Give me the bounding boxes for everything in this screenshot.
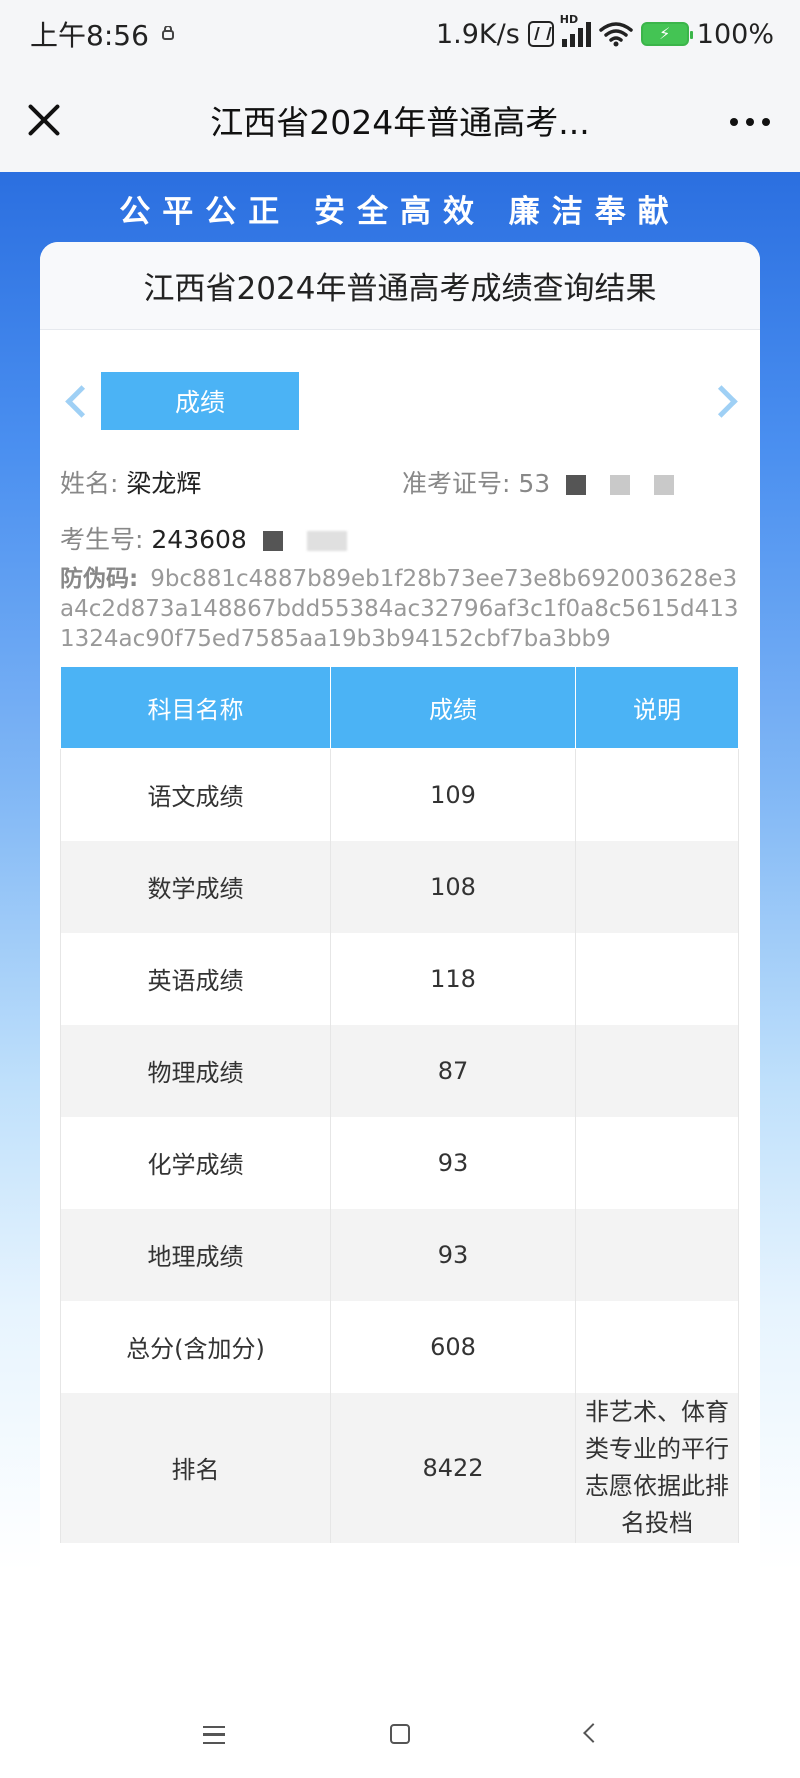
table-row: 地理成绩 93 (60, 1208, 739, 1301)
result-card: 江西省2024年普通高考成绩查询结果 成绩 姓名: 梁龙辉 准考证号: 53 考… (40, 242, 760, 1662)
subject-cell: 总分(含加分) (60, 1300, 331, 1393)
status-bar: 上午8:56 1.9K/s HD ⚡ 100% (0, 0, 800, 68)
table-row: 数学成绩 108 (60, 840, 739, 933)
redaction-mark (654, 475, 675, 495)
admission-label: 准考证号: (402, 469, 511, 498)
candidate-label: 考生号: (60, 525, 144, 554)
redaction-mark (610, 475, 631, 495)
score-cell: 8422 (330, 1392, 576, 1543)
note-cell (575, 748, 739, 841)
note-cell (575, 840, 739, 933)
page-title: 江西省2024年普通高考... (210, 103, 590, 142)
antifake-label: 防伪码: (60, 566, 139, 592)
more-icon[interactable] (730, 118, 770, 126)
wifi-icon (599, 22, 633, 47)
redaction-mark (262, 531, 283, 551)
note-cell (575, 1208, 739, 1301)
redaction-mark (306, 531, 347, 551)
menu-icon[interactable] (203, 1726, 225, 1744)
table-row: 语文成绩 109 (60, 748, 739, 841)
status-right: 1.9K/s HD ⚡ 100% (435, 13, 774, 50)
subject-cell: 语文成绩 (60, 748, 331, 841)
score-cell: 608 (330, 1300, 576, 1393)
hd-badge: HD (559, 13, 579, 26)
admission-field: 准考证号: 53 (402, 464, 682, 500)
network-speed: 1.9K/s (435, 18, 520, 50)
score-cell: 93 (330, 1116, 576, 1209)
candidate-value: 243608 (151, 525, 247, 554)
antifake-value: 9bc881c4887b89eb1f28b73ee73e8b692003628e… (60, 566, 739, 652)
antifake-code: 防伪码: 9bc881c4887b89eb1f28b73ee73e8b692003… (60, 564, 750, 654)
table-row: 化学成绩 93 (60, 1116, 739, 1209)
subject-cell: 排名 (60, 1392, 331, 1543)
note-cell (575, 1116, 739, 1209)
tab-scores[interactable]: 成绩 (101, 372, 299, 430)
chevron-right-icon[interactable] (716, 384, 740, 420)
status-left: 上午8:56 (30, 14, 175, 54)
name-label: 姓名: (60, 469, 119, 498)
close-icon[interactable] (26, 102, 62, 138)
redaction-mark (566, 475, 587, 495)
score-cell: 87 (330, 1024, 576, 1117)
header-note: 说明 (575, 666, 739, 749)
subject-cell: 地理成绩 (60, 1208, 331, 1301)
table-header: 科目名称 成绩 说明 (60, 666, 739, 749)
signal-icon: HD (560, 13, 591, 47)
note-cell (575, 1300, 739, 1393)
header-subject: 科目名称 (60, 666, 331, 749)
score-cell: 118 (330, 932, 576, 1025)
score-cell: 93 (330, 1208, 576, 1301)
notification-icon (161, 26, 174, 40)
subject-cell: 化学成绩 (60, 1116, 331, 1209)
note-cell (575, 932, 739, 1025)
banner-slogan: 公平公正 安全高效 廉洁奉献 (119, 194, 681, 230)
note-cell: 非艺术、体育类专业的平行志愿依据此排名投档 (575, 1392, 739, 1543)
score-table: 科目名称 成绩 说明 语文成绩 109 数学成绩 108 英语成绩 118 物理… (60, 666, 739, 1543)
battery-percent: 100% (696, 18, 774, 50)
tab-row: 成绩 (60, 372, 740, 432)
card-title: 江西省2024年普通高考成绩查询结果 (40, 242, 760, 330)
status-time: 上午8:56 (30, 19, 149, 52)
candidate-field: 考生号: 243608 (60, 520, 355, 556)
table-row: 排名 8422 非艺术、体育类专业的平行志愿依据此排名投档 (60, 1392, 739, 1543)
name-field: 姓名: 梁龙辉 (60, 464, 201, 500)
table-row: 英语成绩 118 (60, 932, 739, 1025)
score-cell: 108 (330, 840, 576, 933)
nfc-icon (527, 21, 554, 47)
chevron-left-icon[interactable] (62, 384, 86, 420)
subject-cell: 英语成绩 (60, 932, 331, 1025)
app-bar: 江西省2024年普通高考... (0, 68, 800, 172)
score-cell: 109 (330, 748, 576, 841)
navigation-bar (0, 1692, 800, 1778)
subject-cell: 物理成绩 (60, 1024, 331, 1117)
home-icon[interactable] (390, 1724, 410, 1744)
name-value: 梁龙辉 (126, 469, 202, 498)
admission-value: 53 (518, 469, 551, 498)
subject-cell: 数学成绩 (60, 840, 331, 933)
header-score: 成绩 (330, 666, 576, 749)
table-row: 总分(含加分) 608 (60, 1300, 739, 1393)
back-icon[interactable] (583, 1723, 603, 1743)
note-cell (575, 1024, 739, 1117)
table-row: 物理成绩 87 (60, 1024, 739, 1117)
battery-icon: ⚡ (640, 22, 693, 46)
